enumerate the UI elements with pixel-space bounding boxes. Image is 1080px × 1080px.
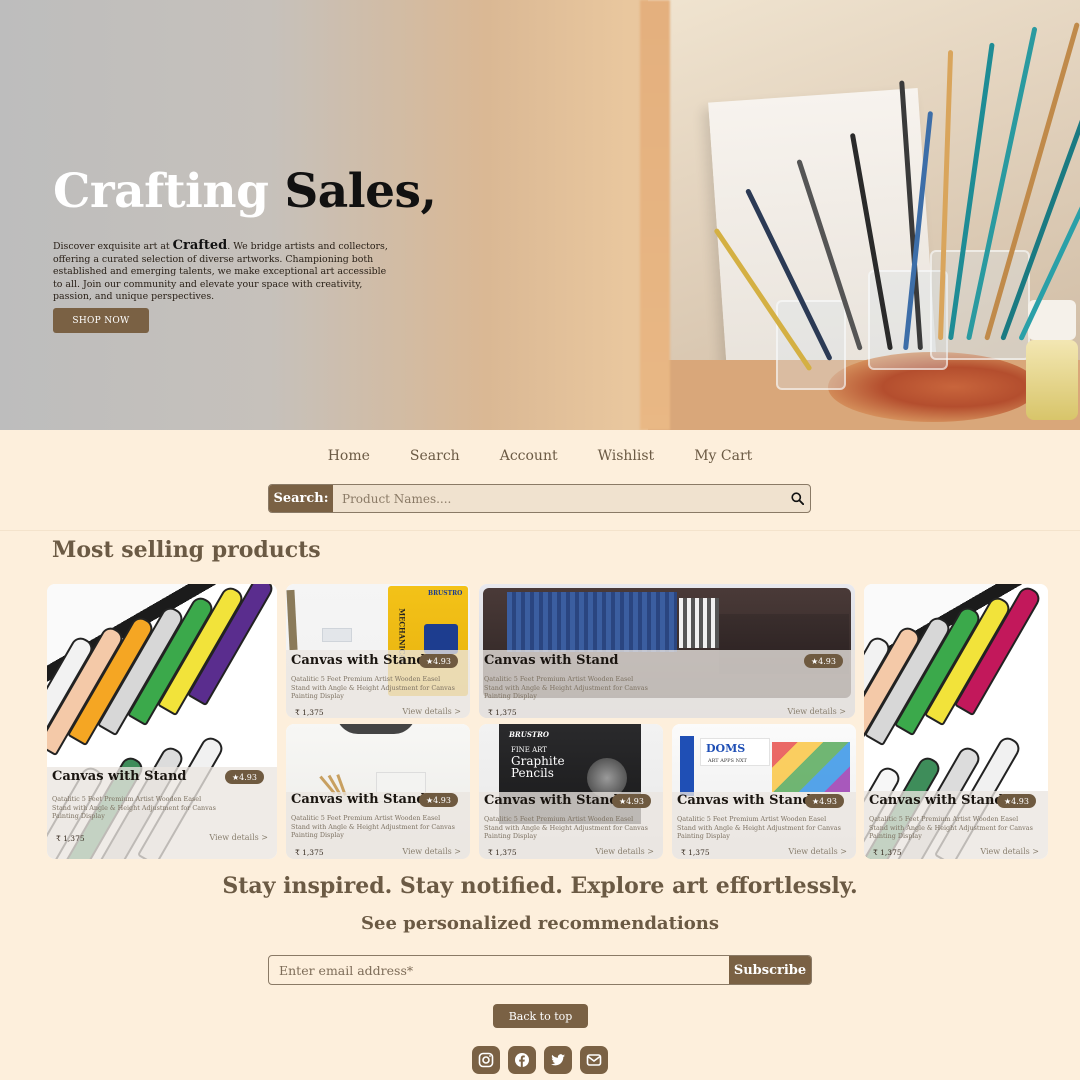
- product-description: Qatalitic 5 Feet Premium Artist Wooden E…: [291, 675, 455, 701]
- view-details-link[interactable]: View details >: [788, 847, 847, 856]
- rating-badge: ★4.93: [225, 770, 264, 784]
- graphite-fine-art-label: FINE ART: [511, 746, 547, 754]
- product-title[interactable]: Canvas with Stand: [291, 792, 426, 807]
- product-title[interactable]: Canvas with Stand: [52, 769, 187, 784]
- back-to-top-button[interactable]: Back to top: [493, 1004, 588, 1028]
- nav-home[interactable]: Home: [328, 448, 370, 464]
- product-title[interactable]: Canvas with Stand: [484, 793, 619, 808]
- pencils-brand-label: BRUSTRO: [428, 590, 463, 597]
- product-description: Qatalitic 5 Feet Premium Artist Wooden E…: [484, 675, 648, 701]
- product-card[interactable]: Canvas with Stand ★4.93 Qatalitic 5 Feet…: [479, 584, 855, 718]
- product-title[interactable]: Canvas with Stand: [291, 653, 426, 668]
- mail-icon[interactable]: [580, 1046, 608, 1074]
- main-nav: Home Search Account Wishlist My Cart: [0, 448, 1080, 464]
- subscribe-button[interactable]: Subscribe: [729, 956, 811, 984]
- divider: [0, 530, 1080, 531]
- product-title[interactable]: Canvas with Stand: [677, 793, 812, 808]
- graphite-pencils-label: Pencils: [511, 766, 554, 780]
- product-description: Qatalitic 5 Feet Premium Artist Wooden E…: [484, 815, 648, 841]
- rating-badge: ★4.93: [805, 794, 844, 808]
- rating-badge: ★4.93: [997, 794, 1036, 808]
- doms-sub-label: ART APPS NXT: [708, 758, 747, 764]
- product-description: Qatalitic 5 Feet Premium Artist Wooden E…: [291, 814, 455, 840]
- product-card[interactable]: Canvas with Stand ★4.93 Qatalitic 5 Feet…: [864, 584, 1048, 859]
- product-price: ₹ 1,375: [488, 708, 517, 717]
- nav-account[interactable]: Account: [500, 448, 558, 464]
- newsletter-tagline: Stay inspired. Stay notified. Explore ar…: [222, 873, 858, 899]
- product-price: ₹ 1,375: [295, 848, 324, 857]
- hero-title: Crafting Sales,: [53, 164, 437, 219]
- doms-brand-label: DOMS: [706, 742, 746, 755]
- subscribe-form: Subscribe: [268, 955, 812, 985]
- product-price: ₹ 1,375: [488, 848, 517, 857]
- rating-badge: ★4.93: [419, 793, 458, 807]
- brand-name: Crafted: [172, 238, 228, 253]
- product-title[interactable]: Canvas with Stand: [484, 653, 619, 668]
- product-card[interactable]: BRUSTRO MECHANICAL Canvas with Stand ★4.…: [286, 584, 470, 718]
- hero-title-bold: Sales,: [284, 164, 437, 219]
- rating-badge: ★4.93: [419, 654, 458, 668]
- rating-badge: ★4.93: [804, 654, 843, 668]
- facebook-icon[interactable]: [508, 1046, 536, 1074]
- product-price: ₹ 1,375: [56, 834, 85, 843]
- product-card[interactable]: Canvas with Stand ★4.93 Qatalitic 5 Feet…: [47, 584, 277, 859]
- social-links: [472, 1046, 608, 1074]
- view-details-link[interactable]: View details >: [209, 833, 268, 842]
- view-details-link[interactable]: View details >: [402, 707, 461, 716]
- view-details-link[interactable]: View details >: [595, 847, 654, 856]
- nav-wishlist[interactable]: Wishlist: [598, 448, 655, 464]
- nav-my-cart[interactable]: My Cart: [694, 448, 752, 464]
- instagram-icon[interactable]: [472, 1046, 500, 1074]
- hero-title-light: Crafting: [53, 164, 269, 219]
- view-details-link[interactable]: View details >: [402, 847, 461, 856]
- product-description: Qatalitic 5 Feet Premium Artist Wooden E…: [52, 795, 216, 821]
- product-description: Qatalitic 5 Feet Premium Artist Wooden E…: [677, 815, 841, 841]
- search-label: Search:: [269, 485, 333, 512]
- product-price: ₹ 1,375: [681, 848, 710, 857]
- hero-image-art-supplies: [648, 0, 1080, 430]
- product-card[interactable]: DOMS ART APPS NXT Canvas with Stand ★4.9…: [672, 724, 856, 859]
- view-details-link[interactable]: View details >: [980, 847, 1039, 856]
- newsletter-subtitle: See personalized recommendations: [361, 913, 719, 934]
- view-details-link[interactable]: View details >: [787, 707, 846, 716]
- search-icon[interactable]: [784, 485, 810, 512]
- hero-desc-pre: Discover exquisite art at: [53, 241, 170, 252]
- nav-search[interactable]: Search: [410, 448, 460, 464]
- email-field[interactable]: [269, 956, 729, 984]
- product-card[interactable]: Canvas with Stand ★4.93 Qatalitic 5 Feet…: [286, 724, 470, 859]
- search-bar: Search:: [268, 484, 811, 513]
- shop-now-button[interactable]: SHOP NOW: [53, 308, 149, 333]
- hero-banner: Crafting Sales, Discover exquisite art a…: [0, 0, 1080, 430]
- product-description: Qatalitic 5 Feet Premium Artist Wooden E…: [869, 815, 1033, 841]
- twitter-icon[interactable]: [544, 1046, 572, 1074]
- product-title[interactable]: Canvas with Stand: [869, 793, 1004, 808]
- hero-description: Discover exquisite art at Crafted. We br…: [53, 238, 388, 304]
- graphite-brand-label: BRUSTRO: [509, 730, 550, 739]
- product-card[interactable]: BRUSTRO FINE ART Graphite Pencils Canvas…: [479, 724, 663, 859]
- product-price: ₹ 1,375: [295, 708, 324, 717]
- rating-badge: ★4.93: [612, 794, 651, 808]
- section-title: Most selling products: [52, 537, 321, 563]
- search-input[interactable]: [333, 485, 784, 512]
- product-price: ₹ 1,375: [873, 848, 902, 857]
